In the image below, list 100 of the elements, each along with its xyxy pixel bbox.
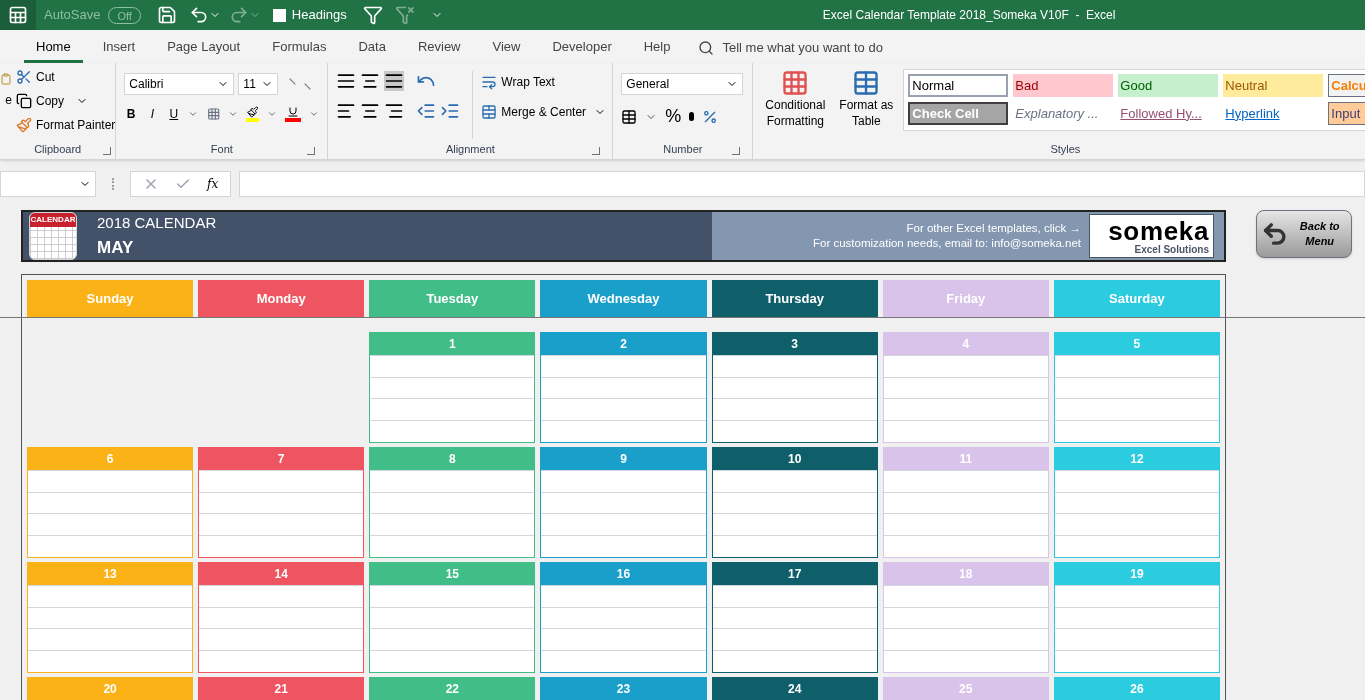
weekday-header: Saturday [1053,280,1220,317]
weekday-header: Tuesday [369,280,536,317]
day-number: 14 [199,563,364,585]
day-number: 15 [370,563,535,585]
dialog-launcher-icon[interactable] [103,147,112,155]
accounting-format-icon[interactable] [621,108,638,125]
format-as-table-button[interactable]: Format as Table [837,69,896,139]
bold-button[interactable]: B [124,105,138,123]
ribbon-tab[interactable]: Insert [90,33,148,63]
increase-indent-icon[interactable] [440,101,461,121]
weekday-header: Friday [882,280,1049,317]
day-number: 7 [199,448,364,470]
day-number: 4 [883,333,1048,355]
underline-button[interactable]: U [167,105,181,123]
day-number: 13 [28,563,193,585]
day-number: 17 [712,563,877,585]
number-format-dropdown[interactable]: General [621,73,744,95]
save-icon[interactable] [156,5,177,25]
copy-button[interactable]: Copy [16,91,116,111]
day-number: 20 [28,678,193,700]
day-number: 6 [28,448,193,470]
back-to-menu-button[interactable]: Back to Menu [1256,210,1352,258]
day-number: 23 [541,678,706,700]
paste-label[interactable]: e [5,91,12,109]
align-left-icon[interactable] [336,101,357,121]
ribbon-tab[interactable]: Help [631,33,683,63]
day-number: 10 [712,448,877,470]
day-number: 18 [883,563,1048,585]
cell-style-item[interactable]: Bad [1013,74,1114,97]
undo-icon[interactable] [188,5,209,25]
search-icon[interactable] [698,40,715,56]
merge-cells-icon [481,104,498,120]
borders-icon[interactable] [206,106,220,122]
table-icon [852,69,881,97]
day-number: 16 [541,563,706,585]
day-number: 2 [541,333,706,355]
headings-checkbox[interactable] [272,8,286,22]
conditional-formatting-button[interactable]: Conditional Formatting [761,69,830,139]
day-number: 24 [712,678,877,700]
day-number: 11 [883,448,1048,470]
font-name-dropdown[interactable]: Calibri [124,73,235,95]
clear-filter-icon[interactable] [394,5,415,25]
fill-color-icon[interactable] [245,106,260,122]
dialog-launcher-icon[interactable] [592,147,601,155]
conditional-formatting-icon [781,69,810,97]
someka-logo[interactable]: someka Excel Solutions [1089,214,1214,258]
day-number: 25 [883,678,1048,700]
weekday-header: Sunday [27,280,194,317]
day-number: 8 [370,448,535,470]
dialog-launcher-icon[interactable] [732,147,741,155]
ribbon-tab[interactable]: Data [346,33,398,63]
autosave-label: AutoSave [44,6,101,25]
headings-label: Headings [291,6,347,25]
percent-button[interactable]: % [665,103,682,130]
merge-center-button[interactable]: Merge & Center [481,101,607,123]
day-number: 9 [541,448,706,470]
month-title: MAY [97,236,135,259]
cell-style-item[interactable]: Input [1328,102,1365,125]
day-number: 21 [199,678,364,700]
cell-style-item[interactable]: Normal [908,74,1009,97]
group-label: Font [210,141,233,157]
font-size-dropdown[interactable]: 11 [238,73,279,95]
excel-app-icon[interactable] [8,5,28,25]
group-label: Alignment [445,141,495,157]
ribbon-tab[interactable]: Page Layout [155,33,253,63]
format-painter-button[interactable]: Format Painter [16,115,116,135]
insert-function-button[interactable]: fx [207,175,219,193]
window-title: Excel Calendar Template 2018_Someka V10F - Excel [822,7,1116,24]
cell-style-item[interactable]: Neutral [1223,74,1324,97]
wrap-text-button[interactable]: Wrap Text [481,71,607,93]
ribbon-tab[interactable]: Formulas [260,33,339,63]
decrease-indent-icon[interactable] [416,101,437,121]
cell-style-item[interactable]: Good [1118,74,1219,97]
top-align-icon[interactable] [336,71,357,91]
day-number: 22 [370,678,535,700]
weekday-header: Wednesday [540,280,707,317]
email-text: For customization needs, email to: info@someka.net [813,236,1081,251]
ribbon-tab[interactable]: Developer [540,33,624,63]
italic-button[interactable]: I [145,105,160,123]
day-number: 26 [1054,678,1219,700]
align-right-icon[interactable] [384,101,405,121]
copy-icon [16,93,32,109]
dialog-launcher-icon[interactable] [307,147,316,155]
ribbon-tab[interactable]: View [480,33,533,63]
font-color-icon[interactable] [285,106,302,122]
day-number: 3 [712,333,877,355]
bottom-align-icon[interactable] [384,71,405,91]
formula-input[interactable] [239,171,1365,197]
day-number: 19 [1054,563,1219,585]
cut-button[interactable]: Cut [16,67,116,87]
wrap-text-icon [481,74,498,90]
calendar-year-title: 2018 CALENDAR [97,213,217,233]
scissors-icon [16,69,32,85]
align-center-icon[interactable] [360,101,381,121]
tell-me-field[interactable]: Tell me what you want to do [722,38,883,58]
middle-align-icon[interactable] [360,71,381,91]
ribbon-tab[interactable]: Review [405,33,473,63]
filter-icon[interactable] [362,5,383,25]
weekday-header: Monday [198,280,365,317]
calendar-icon: CALENDAR [29,212,77,260]
